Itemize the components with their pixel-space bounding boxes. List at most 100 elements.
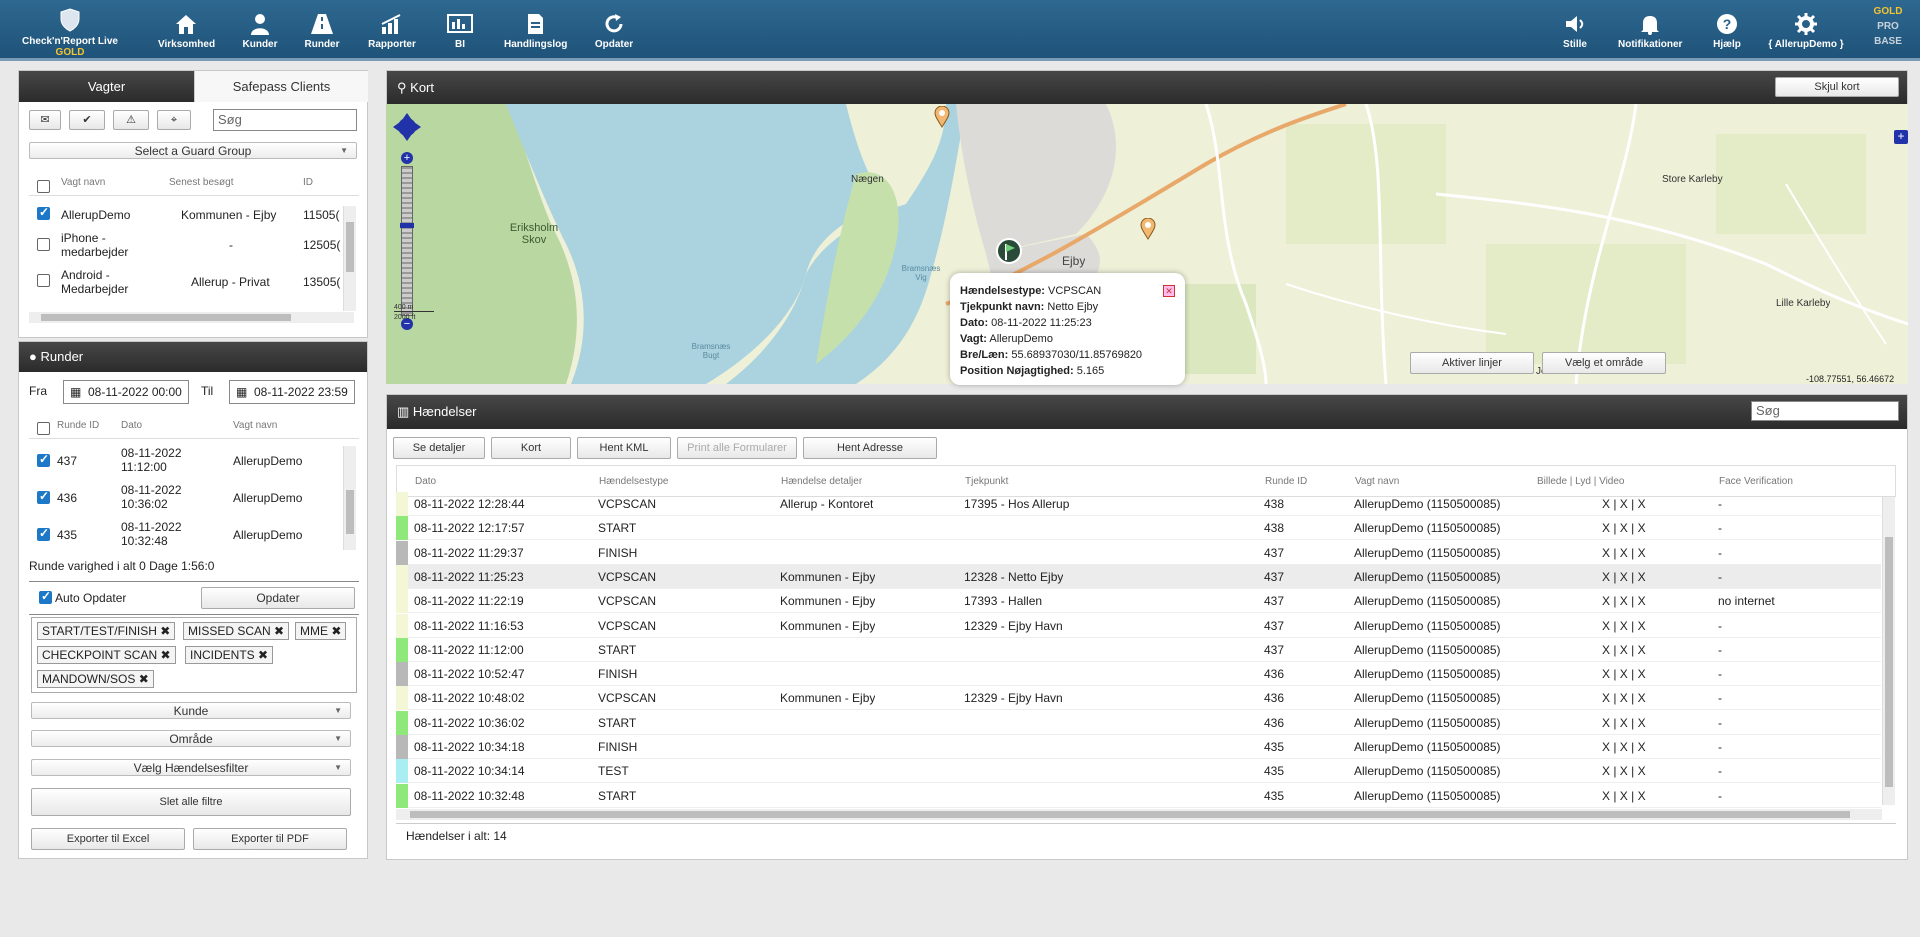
table-row[interactable]: 08-11-2022 11:12:00 START 437 AllerupDemo (… <box>396 637 1881 662</box>
col-guard[interactable]: Vagt navn <box>1355 476 1399 487</box>
nav-bi[interactable]: BI <box>446 12 474 50</box>
cell-media[interactable]: X | X | X <box>1602 570 1646 584</box>
export-excel-button[interactable]: Exporter til Excel <box>31 828 185 850</box>
table-row[interactable]: 08-11-2022 10:36:02 START 436 AllerupDemo (… <box>396 710 1881 735</box>
table-row[interactable]: 08-11-2022 10:48:02 VCPSCAN Kommunen - Ejb… <box>396 686 1881 711</box>
nav-handlingslog[interactable]: Handlingslog <box>504 12 567 50</box>
col-face[interactable]: Face Verification <box>1719 476 1793 487</box>
close-icon[interactable]: ✖ <box>274 624 284 638</box>
scroll-thumb[interactable] <box>346 490 354 534</box>
close-icon[interactable]: ✖ <box>331 624 341 638</box>
rounds-select-all-checkbox[interactable] <box>37 422 50 435</box>
guard-list-scrollbar[interactable] <box>343 206 356 311</box>
round-row-checkbox[interactable] <box>37 526 50 541</box>
nav-account[interactable]: { AllerupDemo } <box>1768 12 1844 50</box>
table-row[interactable]: 08-11-2022 11:29:37 FINISH 437 AllerupDemo … <box>396 540 1881 565</box>
nav-stille[interactable]: Stille <box>1560 12 1590 50</box>
print-forms-button[interactable]: Print alle Formularer <box>677 437 797 459</box>
filter-tag[interactable]: INCIDENTS ✖ <box>185 646 274 664</box>
nav-kunder[interactable]: Kunder <box>240 12 280 50</box>
map-button[interactable]: Kort <box>491 437 571 459</box>
events-search-input[interactable]: Søg <box>1751 401 1899 421</box>
col-media[interactable]: Billede | Lyd | Video <box>1537 476 1624 487</box>
col-detail[interactable]: Hændelse detaljer <box>781 476 862 487</box>
guard-row-checkbox[interactable] <box>37 238 50 251</box>
pan-control[interactable] <box>392 112 422 142</box>
guard-group-select[interactable]: Select a Guard Group ▼ <box>29 142 357 159</box>
table-row[interactable]: 08-11-2022 10:34:14 TEST 435 AllerupDemo (1… <box>396 759 1881 784</box>
tab-safepass[interactable]: Safepass Clients <box>194 71 368 102</box>
zoom-slider-handle[interactable] <box>400 223 414 228</box>
filter-check-button[interactable]: ✔ <box>69 110 105 130</box>
close-icon[interactable]: ✖ <box>160 648 170 662</box>
nav-notifikationer[interactable]: Notifikationer <box>1618 12 1682 50</box>
cell-media[interactable]: X | X | X <box>1602 643 1646 657</box>
events-scrollbar[interactable] <box>1882 497 1895 805</box>
cell-media[interactable]: X | X | X <box>1602 619 1646 633</box>
nav-hjaelp[interactable]: ? Hjælp <box>1712 12 1742 50</box>
close-icon[interactable]: ✖ <box>160 624 170 638</box>
table-row[interactable]: 08-11-2022 10:34:18 FINISH 435 AllerupDemo … <box>396 735 1881 759</box>
filter-tag[interactable]: CHECKPOINT SCAN ✖ <box>37 646 176 664</box>
cell-media[interactable]: X | X | X <box>1602 594 1646 608</box>
table-row[interactable]: 08-11-2022 11:25:23 VCPSCAN Kommunen - Ejb… <box>396 564 1881 589</box>
col-round[interactable]: Runde ID <box>1265 476 1307 487</box>
guard-select-all-checkbox[interactable] <box>37 180 50 193</box>
nav-virksomhed[interactable]: Virksomhed <box>158 12 215 50</box>
cell-media[interactable]: X | X | X <box>1602 740 1646 754</box>
table-row[interactable]: 08-11-2022 11:22:19 VCPSCAN Kommunen - Ejb… <box>396 589 1881 614</box>
col-type[interactable]: Hændelsestype <box>599 476 668 487</box>
filter-tag[interactable]: MISSED SCAN ✖ <box>183 622 290 640</box>
round-row-checkbox[interactable] <box>37 489 50 504</box>
cell-media[interactable]: X | X | X <box>1602 691 1646 705</box>
auto-update-checkbox[interactable] <box>39 589 52 604</box>
customer-select[interactable]: Kunde ▼ <box>31 702 351 719</box>
area-select[interactable]: Område ▼ <box>31 730 351 747</box>
cell-media[interactable]: X | X | X <box>1602 497 1646 511</box>
cell-media[interactable]: X | X | X <box>1602 716 1646 730</box>
col-dato[interactable]: Dato <box>415 476 436 487</box>
nav-runder[interactable]: Runder <box>302 12 342 50</box>
guard-row-checkbox[interactable] <box>37 274 50 287</box>
table-row[interactable]: 08-11-2022 10:32:48 START 435 AllerupDemo (… <box>396 783 1881 808</box>
download-kml-button[interactable]: Hent KML <box>577 437 671 459</box>
rounds-scrollbar[interactable] <box>343 446 356 550</box>
table-row[interactable]: 08-11-2022 10:52:47 FINISH 436 AllerupDemo … <box>396 662 1881 687</box>
nav-opdater[interactable]: Opdater <box>594 12 634 50</box>
filter-message-button[interactable]: ✉ <box>29 110 61 130</box>
filter-tag[interactable]: MME ✖ <box>295 622 347 640</box>
guard-search-input[interactable]: Søg <box>213 109 357 131</box>
brand-logo[interactable]: Check'n'Report Live GOLD <box>10 8 130 58</box>
clear-filters-button[interactable]: Slet alle filtre <box>31 788 351 816</box>
see-details-button[interactable]: Se detaljer <box>393 437 485 459</box>
activate-lines-button[interactable]: Aktiver linjer <box>1410 352 1534 374</box>
close-icon[interactable]: ✕ <box>1163 285 1175 297</box>
guard-row-checkbox[interactable] <box>37 205 50 220</box>
close-icon[interactable]: ✖ <box>139 672 149 686</box>
cell-media[interactable]: X | X | X <box>1602 764 1646 778</box>
filter-alert-button[interactable]: ⚠ <box>113 110 149 130</box>
cell-media[interactable]: X | X | X <box>1602 546 1646 560</box>
cell-media[interactable]: X | X | X <box>1602 667 1646 681</box>
scroll-thumb[interactable] <box>410 811 1850 818</box>
from-date-input[interactable]: ▦ 08-11-2022 00:00 <box>63 380 189 404</box>
update-button[interactable]: Opdater <box>201 587 355 609</box>
col-checkpoint[interactable]: Tjekpunkt <box>965 476 1008 487</box>
zoom-in-button[interactable]: + <box>401 152 413 164</box>
hide-map-button[interactable]: Skjul kort <box>1775 77 1899 97</box>
cell-media[interactable]: X | X | X <box>1602 521 1646 535</box>
choose-area-button[interactable]: Vælg et område <box>1542 352 1666 374</box>
map-marker[interactable] <box>934 106 950 128</box>
filter-location-button[interactable]: ⌖ <box>157 110 191 130</box>
table-row[interactable]: 08-11-2022 11:16:53 VCPSCAN Kommunen - Ejb… <box>396 613 1881 638</box>
layer-switcher-icon[interactable]: + <box>1894 130 1908 144</box>
zoom-slider[interactable] <box>400 166 414 316</box>
event-filter-select[interactable]: Vælg Hændelsesfilter ▼ <box>31 759 351 776</box>
filter-tag[interactable]: MANDOWN/SOS ✖ <box>37 670 154 688</box>
tab-vagter[interactable]: Vagter <box>19 71 194 102</box>
scroll-thumb[interactable] <box>41 314 291 321</box>
round-row-checkbox[interactable] <box>37 452 50 467</box>
export-pdf-button[interactable]: Exporter til PDF <box>193 828 347 850</box>
table-row[interactable]: 08-11-2022 12:28:44 VCPSCAN Allerup - Kont… <box>396 492 1881 516</box>
table-row[interactable]: 08-11-2022 12:17:57 START 438 AllerupDemo (… <box>396 516 1881 541</box>
